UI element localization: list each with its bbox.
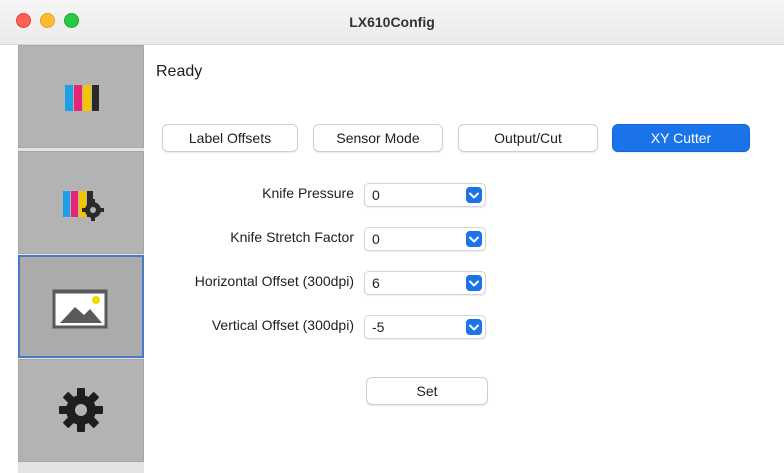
- color-bars-icon: [65, 85, 99, 111]
- tab-sensor-mode[interactable]: Sensor Mode: [313, 124, 443, 152]
- horizontal-offset-label: Horizontal Offset (300dpi): [194, 273, 354, 289]
- vertical-offset-select[interactable]: -5: [364, 315, 486, 339]
- gear-icon: [59, 388, 103, 432]
- chevron-updown-icon: [466, 231, 482, 247]
- vertical-offset-label: Vertical Offset (300dpi): [211, 317, 354, 333]
- image-picture-icon: [52, 289, 108, 329]
- window-title: LX610Config: [349, 14, 435, 30]
- tab-label-offsets[interactable]: Label Offsets: [162, 124, 298, 152]
- knife-stretch-factor-select[interactable]: 0: [364, 227, 486, 251]
- sidebar-item-image[interactable]: [18, 255, 144, 358]
- knife-pressure-label: Knife Pressure: [262, 185, 354, 201]
- sidebar-item-settings[interactable]: [18, 359, 144, 462]
- status-text: Ready: [156, 63, 203, 80]
- sidebar-item-colors[interactable]: [18, 45, 144, 148]
- chevron-updown-icon: [466, 319, 482, 335]
- horizontal-offset-select[interactable]: 6: [364, 271, 486, 295]
- knife-pressure-value: 0: [372, 187, 380, 203]
- horizontal-offset-value: 6: [372, 275, 380, 291]
- sidebar-item-color-settings[interactable]: [18, 151, 144, 254]
- vertical-offset-value: -5: [372, 319, 385, 335]
- tab-xy-cutter[interactable]: XY Cutter: [612, 124, 750, 152]
- chevron-updown-icon: [466, 275, 482, 291]
- knife-stretch-factor-value: 0: [372, 231, 380, 247]
- tab-output-cut[interactable]: Output/Cut: [458, 124, 598, 152]
- color-bars-settings-icon: [63, 191, 104, 221]
- set-button[interactable]: Set: [366, 377, 488, 405]
- chevron-updown-icon: [466, 187, 482, 203]
- knife-pressure-select[interactable]: 0: [364, 183, 486, 207]
- title-bar: LX610Config: [0, 0, 784, 45]
- app-window: LX610Config Ready Label Offsets Sensor M…: [0, 0, 784, 473]
- sidebar: [18, 45, 144, 473]
- knife-stretch-factor-label: Knife Stretch Factor: [230, 229, 354, 245]
